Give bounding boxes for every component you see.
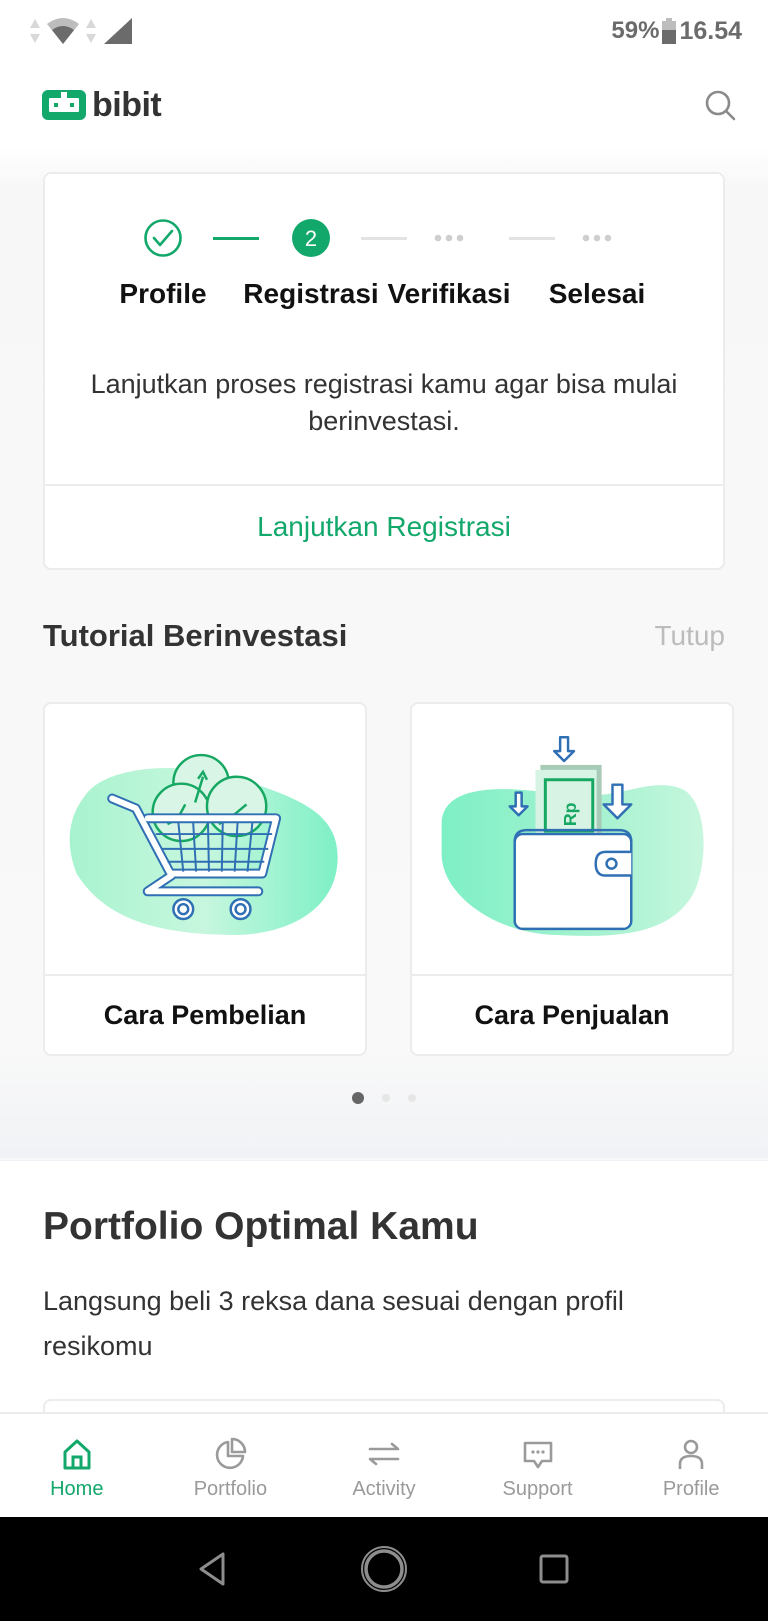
dots-icon [434, 234, 464, 242]
system-home-button[interactable] [359, 1544, 409, 1594]
battery-icon [662, 18, 677, 44]
system-recents-button[interactable] [529, 1544, 579, 1594]
dots-icon [582, 234, 612, 242]
clock: 16.54 [679, 16, 742, 45]
portfolio-description: Langsung beli 3 reksa dana sesuai dengan… [43, 1286, 624, 1361]
pager-dot[interactable] [408, 1094, 416, 1102]
currency-label: Rp [560, 802, 580, 826]
nav-label: Home [50, 1478, 104, 1500]
status-bar: 59% 16.54 [0, 0, 768, 62]
tutorial-section-title: Tutorial Berinvestasi [43, 618, 348, 653]
tutorial-card-purchase[interactable]: Cara Pembelian [43, 702, 367, 1056]
step-connector-done [213, 237, 259, 240]
bibit-logo-icon [42, 90, 86, 120]
status-icons-left [28, 16, 134, 46]
step-label-registrasi: Registrasi [243, 278, 379, 309]
status-icons-right: 59% 16.54 [611, 17, 742, 46]
step-number-badge: 2 [292, 219, 330, 257]
wallet-illustration: Rp [441, 736, 704, 936]
signal-icon [104, 18, 132, 44]
step-label-selesai: Selesai [548, 278, 646, 309]
wifi-icon [47, 18, 79, 44]
portfolio-section: Portfolio Optimal Kamu Langsung beli 3 r… [0, 1160, 768, 1429]
recents-icon [539, 1554, 569, 1584]
back-icon [199, 1552, 225, 1586]
nav-label: Activity [352, 1478, 416, 1500]
nav-label: Profile [662, 1478, 720, 1500]
person-icon [678, 1439, 704, 1469]
nav-label: Support [502, 1478, 573, 1500]
step-connector-pending [361, 237, 407, 240]
step-label-profile: Profile [119, 278, 207, 309]
step-labels: Profile Registrasi Verifikasi Selesai [45, 278, 723, 314]
registration-card: 2 Profile Registrasi Verifikasi Selesai … [43, 172, 725, 570]
tutorial-pager [0, 1090, 768, 1106]
tutorial-card-label: Cara Pembelian [103, 999, 307, 1030]
nav-item-support[interactable]: Support [461, 1414, 615, 1517]
home-icon [63, 1439, 91, 1470]
registration-stepper: 2 [45, 218, 723, 258]
app-name: bibit [92, 85, 162, 124]
app-header: bibit [0, 62, 768, 148]
battery-percent: 59% [611, 17, 660, 44]
search-icon [705, 90, 736, 121]
nav-item-activity[interactable]: Activity [307, 1414, 461, 1517]
pager-dot[interactable] [382, 1094, 390, 1102]
nav-item-home[interactable]: Home [0, 1414, 154, 1517]
step-number: 2 [305, 226, 317, 251]
swap-arrows-icon [368, 1442, 400, 1466]
data-arrows-icon [30, 19, 40, 43]
search-button[interactable] [702, 87, 738, 123]
data-arrows-icon [86, 19, 96, 43]
system-back-button[interactable] [189, 1544, 239, 1594]
home-circle-icon [361, 1546, 407, 1592]
nav-item-profile[interactable]: Profile [614, 1414, 768, 1517]
app-logo: bibit [42, 85, 162, 125]
bottom-navigation: Home Portfolio Activity Support Profile [0, 1412, 768, 1517]
pie-chart-icon [216, 1437, 247, 1470]
continue-registration-button[interactable]: Lanjutkan Registrasi [45, 486, 723, 568]
registration-description: Lanjutkan proses registrasi kamu agar bi… [90, 369, 678, 436]
step-connector-pending [509, 237, 555, 240]
step-label-verifikasi: Verifikasi [387, 278, 511, 309]
nav-item-portfolio[interactable]: Portfolio [154, 1414, 308, 1517]
tutorial-card-sale[interactable]: Rp Cara Penjualan [410, 702, 734, 1056]
tutorial-card-label: Cara Penjualan [474, 999, 670, 1030]
portfolio-title: Portfolio Optimal Kamu [43, 1205, 479, 1248]
pager-dot-active[interactable] [352, 1092, 364, 1104]
shopping-cart-illustration [69, 753, 338, 936]
chat-bubble-icon [523, 1441, 552, 1469]
tutorial-close-button[interactable]: Tutup [654, 620, 725, 652]
nav-label: Portfolio [193, 1478, 268, 1500]
system-navigation-bar [0, 1517, 768, 1621]
check-circle-icon [144, 219, 182, 257]
